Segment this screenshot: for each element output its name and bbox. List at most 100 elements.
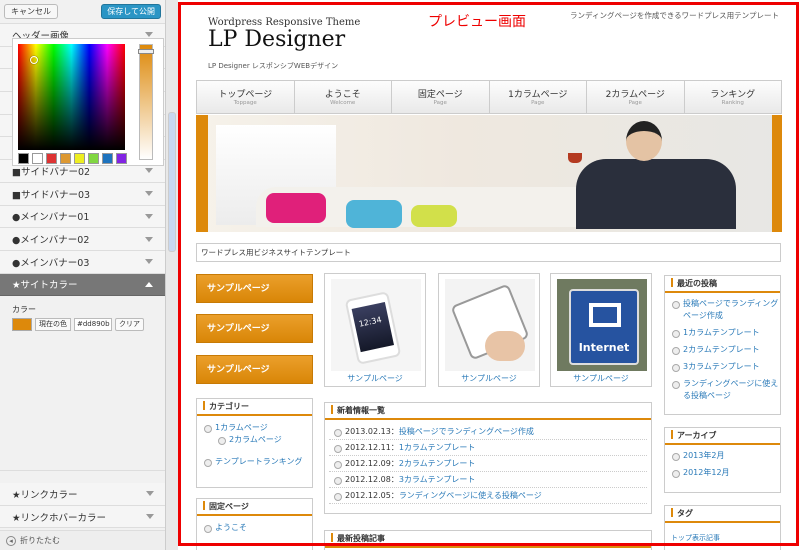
tag-link[interactable]: トップ表示記事 <box>665 523 780 543</box>
thumbnail-caption[interactable]: サンプルページ <box>439 373 539 384</box>
news-row: 2012.12.08：3カラムテンプレート <box>329 472 647 488</box>
news-link[interactable]: ランディングページに使える投稿ページ <box>399 491 542 500</box>
collapse-arrow-icon: ◂ <box>6 535 16 546</box>
thumbnail-caption[interactable]: サンプルページ <box>551 373 651 384</box>
saturation-value-area[interactable] <box>18 44 125 150</box>
sidebar-section-item[interactable]: ★リンクカラー <box>0 483 165 506</box>
side-banner-button[interactable]: サンプルページ <box>196 355 313 384</box>
nav-sublabel: Welcome <box>330 100 356 106</box>
thumbnail-card[interactable]: Internet サンプルページ <box>550 273 652 387</box>
thumbnail-card[interactable]: 12:34 サンプルページ <box>324 273 426 387</box>
chevron-down-icon <box>146 514 154 520</box>
hero-image <box>196 115 782 232</box>
news-date: 2012.12.09： <box>345 459 399 468</box>
breadcrumb: ワードプレス用ビジネスサイトテンプレート <box>196 243 781 262</box>
palette-swatch[interactable] <box>32 153 43 164</box>
widget-title: カテゴリー <box>209 402 249 411</box>
side-banner-button[interactable]: サンプルページ <box>196 274 313 303</box>
palette-swatch[interactable] <box>60 153 71 164</box>
palette-swatch[interactable] <box>88 153 99 164</box>
news-link[interactable]: 投稿ページでランディングページ作成 <box>399 427 534 436</box>
news-link[interactable]: 1カラムテンプレート <box>399 443 476 452</box>
section-site-color[interactable]: ★サイトカラー <box>0 273 165 297</box>
chevron-down-icon <box>145 259 153 265</box>
thumbnail-image: Internet <box>557 279 647 371</box>
section-label: ●メインバナー03 <box>12 257 90 269</box>
palette-swatch[interactable] <box>102 153 113 164</box>
news-row: 2013.02.13：投稿ページでランディングページ作成 <box>329 424 647 440</box>
hue-slider[interactable] <box>138 44 154 160</box>
section-label: ★リンクホバーカラー <box>12 512 107 524</box>
site-subtitle: LP Designer レスポンシブWEBデザイン <box>208 62 339 70</box>
sidebar-scrollbar[interactable] <box>166 0 178 550</box>
recent-post-link[interactable]: 3カラムテンプレート <box>665 361 780 373</box>
recent-post-link[interactable]: 投稿ページでランディングページ作成 <box>665 298 780 322</box>
palette-swatch[interactable] <box>18 153 29 164</box>
thumbnail-card[interactable]: サンプルページ <box>438 273 540 387</box>
global-nav: トップページ Toppage ようこそ Welcome 固定ページ Page 1カラムページ… <box>196 80 782 114</box>
current-color-swatch[interactable] <box>12 318 32 332</box>
side-banner-button[interactable]: サンプルページ <box>196 314 313 343</box>
picker-handle[interactable] <box>30 56 38 64</box>
nav-item[interactable]: 固定ページ Page <box>392 81 490 113</box>
widget-title: タグ <box>677 509 693 518</box>
news-row: 2012.12.05：ランディングページに使える投稿ページ <box>329 488 647 504</box>
palette-swatch[interactable] <box>74 153 85 164</box>
recent-post-link[interactable]: 1カラムテンプレート <box>665 327 780 339</box>
sidebar-section-item[interactable]: ●メインバナー01 <box>0 205 165 229</box>
page-link[interactable]: ようこそ <box>197 522 312 534</box>
sidebar-section-item[interactable]: ●メインバナー03 <box>0 250 165 274</box>
section-label: ★サイトカラー <box>12 280 78 292</box>
chevron-down-icon <box>145 32 153 38</box>
section-label: ●メインバナー01 <box>12 212 90 224</box>
save-publish-button[interactable]: 保存して公開 <box>101 4 161 19</box>
widget-title: 最近の投稿 <box>677 279 717 288</box>
current-color-button[interactable]: 現在の色 <box>35 318 71 332</box>
nav-sublabel: Page <box>531 100 545 106</box>
sidebar-section-item[interactable]: ●メインバナー02 <box>0 228 165 251</box>
site-logo[interactable]: LP Designer <box>208 27 345 52</box>
hand-image <box>485 331 525 361</box>
sidebar-section-item[interactable]: ★リンクホバーカラー <box>0 505 165 529</box>
nav-item[interactable]: 1カラムページ Page <box>490 81 587 113</box>
category-link[interactable]: 2カラムページ <box>197 434 312 446</box>
collapse-control[interactable]: ◂ 折りたたむ <box>0 530 165 550</box>
recent-post-link[interactable]: ランディングページに使える投稿ページ <box>665 378 780 402</box>
sidebar-header: キャンセル 保存して公開 <box>0 0 165 24</box>
latest-posts-widget: 最新投稿記事 <box>324 530 652 550</box>
thumbnail-caption[interactable]: サンプルページ <box>325 373 425 384</box>
archive-link[interactable]: 2012年12月 <box>665 467 780 479</box>
hero-person-body <box>576 159 736 229</box>
color-panel: カラー 現在の色 #dd890b クリア <box>0 296 165 472</box>
fixed-page-widget: 固定ページ ようこそ <box>196 498 313 550</box>
hue-handle[interactable] <box>138 49 154 54</box>
news-row: 2012.12.11：1カラムテンプレート <box>329 440 647 456</box>
cancel-button[interactable]: キャンセル <box>4 4 58 19</box>
nav-item[interactable]: ようこそ Welcome <box>295 81 392 113</box>
preview-frame: Wordpress Responsive Theme LP Designer L… <box>178 0 811 550</box>
color-label: カラー <box>12 305 36 315</box>
section-label: ★リンクカラー <box>12 489 78 501</box>
palette-swatch[interactable] <box>46 153 57 164</box>
chevron-down-icon <box>145 213 153 219</box>
nav-item[interactable]: ランキング Ranking <box>685 81 782 113</box>
news-date: 2012.12.08： <box>345 475 399 484</box>
clear-button[interactable]: クリア <box>115 318 144 332</box>
category-link[interactable]: 1カラムページ <box>197 422 312 434</box>
scrollbar-thumb[interactable] <box>168 112 176 252</box>
nav-item[interactable]: トップページ Toppage <box>197 81 295 113</box>
palette-swatch[interactable] <box>116 153 127 164</box>
nav-label: 2カラムページ <box>605 90 665 100</box>
hex-input[interactable]: #dd890b <box>74 318 112 332</box>
news-link[interactable]: 2カラムテンプレート <box>399 459 476 468</box>
nav-item[interactable]: 2カラムページ Page <box>587 81 685 113</box>
archive-link[interactable]: 2013年2月 <box>665 450 780 462</box>
category-link[interactable]: テンプレートランキング <box>197 456 312 468</box>
hero-accent-right <box>772 115 782 232</box>
hero-accent-left <box>196 115 208 232</box>
recent-post-link[interactable]: 2カラムテンプレート <box>665 344 780 356</box>
news-link[interactable]: 3カラムテンプレート <box>399 475 476 484</box>
chevron-down-icon <box>145 191 153 197</box>
sidebar-section-item[interactable]: ■サイドバナー03 <box>0 182 165 206</box>
chevron-down-icon <box>146 491 154 497</box>
